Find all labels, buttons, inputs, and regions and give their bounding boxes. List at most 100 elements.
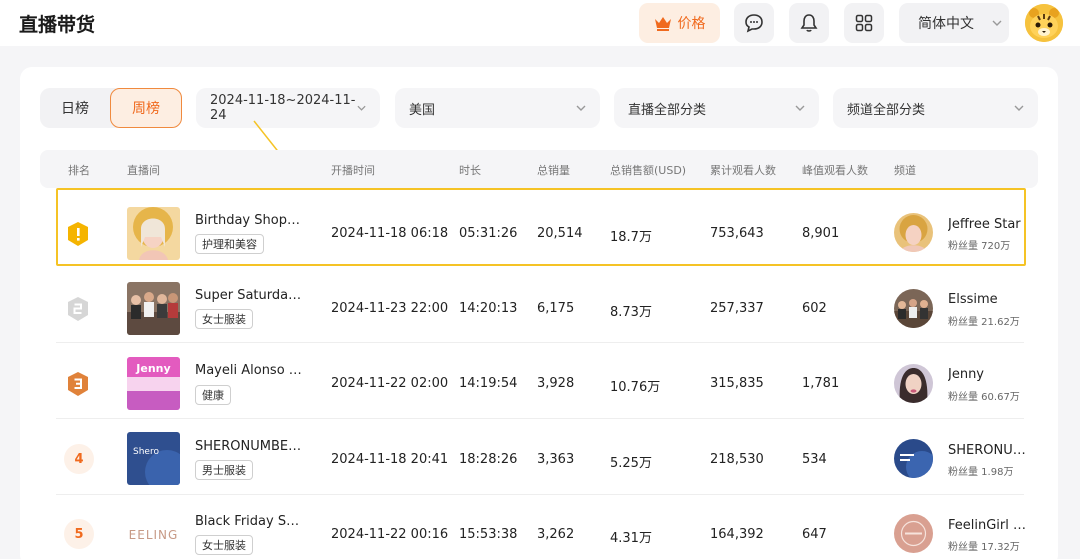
- duration: 14:20:13: [459, 301, 518, 316]
- channel-name[interactable]: Elssime: [948, 292, 1030, 307]
- country-value: 美国: [409, 102, 436, 118]
- jenny-avatar-icon: [894, 364, 933, 403]
- price-button[interactable]: 价格: [639, 3, 720, 43]
- total-revenue: 5.25万: [610, 456, 652, 471]
- peak-viewers: 602: [802, 301, 827, 316]
- message-button[interactable]: [734, 3, 774, 43]
- category-tag: 护理和美容: [195, 234, 264, 254]
- peak-viewers: 1,781: [802, 376, 840, 391]
- channel-fans: 粉丝量 17.32万: [948, 542, 1020, 553]
- start-time: 2024-11-18 06:18: [331, 226, 449, 241]
- category-tag: 健康: [195, 385, 231, 405]
- total-sales: 3,928: [537, 376, 575, 391]
- live-thumbnail[interactable]: [127, 207, 180, 260]
- header-channel: 频道: [894, 164, 916, 177]
- language-label: 简体中文: [918, 16, 974, 32]
- live-title[interactable]: Black Friday Sal…: [195, 514, 305, 529]
- peak-viewers: 534: [802, 452, 827, 467]
- header-start-time: 开播时间: [331, 164, 375, 177]
- jenny-thumbnail-icon: Jenny: [127, 357, 180, 410]
- shero-thumbnail-text: Shero: [133, 447, 159, 457]
- channel-avatar[interactable]: [894, 514, 933, 553]
- bell-icon: [800, 14, 818, 32]
- tab-daily[interactable]: 日榜: [40, 88, 110, 128]
- tiger-avatar-icon: [1025, 4, 1063, 42]
- channel-category-select[interactable]: 频道全部分类: [833, 88, 1038, 128]
- chevron-down-icon: [992, 20, 1002, 26]
- total-sales: 3,363: [537, 452, 575, 467]
- duration: 14:19:54: [459, 376, 518, 391]
- total-revenue: 4.31万: [610, 531, 652, 546]
- shero-thumbnail-icon: Shero: [127, 432, 180, 485]
- duration: 05:31:26: [459, 226, 518, 241]
- channel-avatar[interactable]: [894, 213, 933, 252]
- chevron-down-icon: [1014, 105, 1024, 111]
- channel-name[interactable]: Jeffree Star: [948, 217, 1030, 232]
- header-live-room: 直播间: [127, 164, 160, 177]
- live-thumbnail[interactable]: Jenny: [127, 357, 180, 410]
- start-time: 2024-11-22 02:00: [331, 376, 449, 391]
- channel-fans: 粉丝量 60.67万: [948, 392, 1020, 403]
- gold-medal-icon: [68, 222, 88, 246]
- peak-viewers: 8,901: [802, 226, 840, 241]
- country-select[interactable]: 美国: [395, 88, 600, 128]
- category-tag: 女士服装: [195, 309, 253, 329]
- chevron-down-icon: [795, 105, 805, 111]
- live-category-value: 直播全部分类: [628, 102, 707, 118]
- duration: 15:53:38: [459, 527, 518, 542]
- feeling-thumbnail-icon: EELING: [127, 507, 180, 559]
- live-title[interactable]: Birthday Shoppi…: [195, 213, 305, 228]
- live-title[interactable]: Super Saturday …: [195, 288, 305, 303]
- channel-name[interactable]: SHERONUM…: [948, 443, 1030, 458]
- period-toggle: 日榜 周榜: [40, 88, 182, 128]
- row-divider: [56, 494, 1024, 495]
- shero-avatar-icon: [894, 439, 933, 478]
- chevron-down-icon: [576, 105, 586, 111]
- total-sales: 3,262: [537, 527, 575, 542]
- channel-avatar[interactable]: [894, 364, 933, 403]
- channel-fans: 粉丝量 1.98万: [948, 467, 1014, 478]
- page-title: 直播带货: [19, 14, 96, 36]
- total-sales: 20,514: [537, 226, 583, 241]
- total-viewers: 257,337: [710, 301, 764, 316]
- live-thumbnail[interactable]: EELING: [127, 507, 180, 559]
- total-revenue: 8.73万: [610, 305, 652, 320]
- price-label: 价格: [677, 16, 706, 32]
- header-total-viewers: 累计观看人数: [710, 164, 776, 177]
- row-divider: [56, 418, 1024, 419]
- feelingirl-avatar-icon: [894, 514, 933, 553]
- chat-icon: [745, 14, 763, 33]
- header-peak-viewers: 峰值观看人数: [802, 164, 868, 177]
- total-sales: 6,175: [537, 301, 575, 316]
- channel-name[interactable]: FeelinGirl LLC: [948, 518, 1030, 533]
- live-thumbnail[interactable]: [127, 282, 180, 335]
- rank-number: 5: [64, 519, 94, 549]
- bronze-medal-icon: [68, 372, 88, 396]
- live-category-select[interactable]: 直播全部分类: [614, 88, 819, 128]
- notification-button[interactable]: [789, 3, 829, 43]
- group-photo-thumbnail-icon: [127, 282, 180, 335]
- channel-name[interactable]: Jenny: [948, 367, 1030, 382]
- apps-button[interactable]: [844, 3, 884, 43]
- channel-avatar[interactable]: [894, 439, 933, 478]
- header-total-revenue: 总销售额(USD): [610, 164, 687, 177]
- start-time: 2024-11-22 00:16: [331, 527, 449, 542]
- row-divider: [56, 342, 1024, 343]
- total-revenue: 10.76万: [610, 380, 661, 395]
- channel-fans: 粉丝量 21.62万: [948, 317, 1020, 328]
- chevron-down-icon: [357, 105, 366, 111]
- crown-icon: [654, 17, 671, 31]
- language-select[interactable]: 简体中文: [899, 3, 1009, 43]
- total-viewers: 164,392: [710, 527, 764, 542]
- header-duration: 时长: [459, 164, 481, 177]
- live-title[interactable]: SHERONUMBERUS: [195, 439, 310, 454]
- user-avatar[interactable]: [1025, 4, 1063, 42]
- channel-avatar[interactable]: [894, 289, 933, 328]
- live-thumbnail[interactable]: Shero: [127, 432, 180, 485]
- duration: 18:28:26: [459, 452, 518, 467]
- grid-icon: [855, 14, 873, 32]
- jeffree-avatar-icon: [894, 213, 933, 252]
- live-title[interactable]: Mayeli Alonso y …: [195, 363, 305, 378]
- start-time: 2024-11-18 20:41: [331, 452, 449, 467]
- tab-weekly[interactable]: 周榜: [110, 88, 182, 128]
